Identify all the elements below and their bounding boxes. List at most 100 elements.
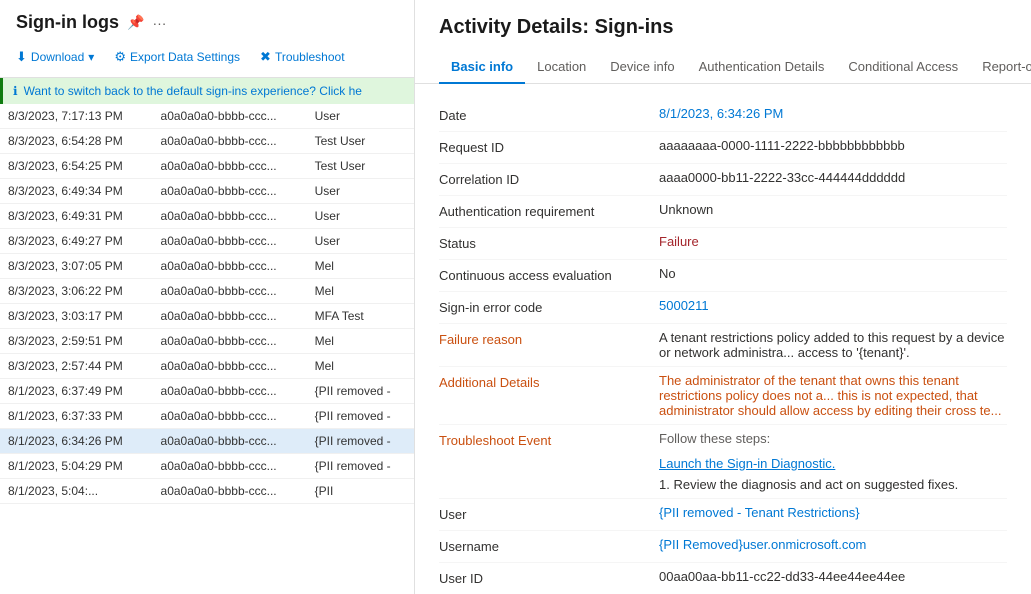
tab-device-info[interactable]: Device info	[598, 51, 686, 84]
row-date: 8/3/2023, 6:49:34 PM	[0, 179, 153, 204]
correlation-id-value: aaaa0000-bb11-2222-33cc-444444dddddd	[659, 170, 1007, 185]
troubleshoot-icon: ✖	[260, 49, 271, 65]
request-id-label: Request ID	[439, 138, 659, 155]
date-label: Date	[439, 106, 659, 123]
pin-icon[interactable]: 📌	[127, 14, 144, 31]
row-date: 8/3/2023, 3:03:17 PM	[0, 304, 153, 329]
left-panel: Sign-in logs 📌 ··· ⬇ Download ▾ ⚙ Export…	[0, 0, 415, 594]
panel-header: Sign-in logs 📌 ···	[0, 0, 414, 41]
row-date: 8/1/2023, 6:34:26 PM	[0, 429, 153, 454]
row-date: 8/3/2023, 3:07:05 PM	[0, 254, 153, 279]
date-value: 8/1/2023, 6:34:26 PM	[659, 106, 1007, 121]
table-row[interactable]: 8/3/2023, 3:07:05 PM a0a0a0a0-bbbb-ccc..…	[0, 254, 414, 279]
export-button[interactable]: ⚙ Export Data Settings	[106, 45, 248, 69]
table-row[interactable]: 8/3/2023, 6:49:27 PM a0a0a0a0-bbbb-ccc..…	[0, 229, 414, 254]
field-date: Date 8/1/2023, 6:34:26 PM	[439, 100, 1007, 132]
table-row[interactable]: 8/1/2023, 5:04:... a0a0a0a0-bbbb-ccc... …	[0, 479, 414, 504]
failure-reason-value: A tenant restrictions policy added to th…	[659, 330, 1007, 360]
row-id: a0a0a0a0-bbbb-ccc...	[153, 454, 307, 479]
field-auth-requirement: Authentication requirement Unknown	[439, 196, 1007, 228]
row-id: a0a0a0a0-bbbb-ccc...	[153, 379, 307, 404]
row-user: {PII removed -	[307, 429, 414, 454]
field-status: Status Failure	[439, 228, 1007, 260]
toolbar: ⬇ Download ▾ ⚙ Export Data Settings ✖ Tr…	[0, 41, 414, 78]
field-user: User {PII removed - Tenant Restrictions}	[439, 499, 1007, 531]
table-row[interactable]: 8/3/2023, 2:59:51 PM a0a0a0a0-bbbb-ccc..…	[0, 329, 414, 354]
failure-reason-label: Failure reason	[439, 330, 659, 347]
log-list[interactable]: 8/3/2023, 7:17:13 PM a0a0a0a0-bbbb-ccc..…	[0, 104, 414, 594]
row-user: {PII removed -	[307, 454, 414, 479]
table-row[interactable]: 8/3/2023, 6:54:25 PM a0a0a0a0-bbbb-ccc..…	[0, 154, 414, 179]
row-id: a0a0a0a0-bbbb-ccc...	[153, 204, 307, 229]
row-id: a0a0a0a0-bbbb-ccc...	[153, 154, 307, 179]
field-additional-details: Additional Details The administrator of …	[439, 367, 1007, 425]
row-id: a0a0a0a0-bbbb-ccc...	[153, 104, 307, 129]
row-user: User	[307, 104, 414, 129]
table-row[interactable]: 8/3/2023, 6:54:28 PM a0a0a0a0-bbbb-ccc..…	[0, 129, 414, 154]
row-id: a0a0a0a0-bbbb-ccc...	[153, 254, 307, 279]
row-date: 8/3/2023, 6:54:28 PM	[0, 129, 153, 154]
additional-details-value: The administrator of the tenant that own…	[659, 373, 1007, 418]
error-code-value: 5000211	[659, 298, 1007, 313]
tab-report-only[interactable]: Report-only	[970, 51, 1031, 84]
field-failure-reason: Failure reason A tenant restrictions pol…	[439, 324, 1007, 367]
tab-conditional-access[interactable]: Conditional Access	[836, 51, 970, 84]
additional-details-label: Additional Details	[439, 373, 659, 390]
table-row[interactable]: 8/3/2023, 2:57:44 PM a0a0a0a0-bbbb-ccc..…	[0, 354, 414, 379]
auth-req-value: Unknown	[659, 202, 1007, 217]
download-button[interactable]: ⬇ Download ▾	[8, 45, 102, 69]
log-table: 8/3/2023, 7:17:13 PM a0a0a0a0-bbbb-ccc..…	[0, 104, 414, 504]
detail-content: Date 8/1/2023, 6:34:26 PM Request ID aaa…	[415, 84, 1031, 594]
row-user: User	[307, 204, 414, 229]
table-row[interactable]: 8/1/2023, 6:37:33 PM a0a0a0a0-bbbb-ccc..…	[0, 404, 414, 429]
table-row[interactable]: 8/3/2023, 6:49:31 PM a0a0a0a0-bbbb-ccc..…	[0, 204, 414, 229]
row-id: a0a0a0a0-bbbb-ccc...	[153, 229, 307, 254]
status-value: Failure	[659, 234, 1007, 249]
table-row[interactable]: 8/3/2023, 3:03:17 PM a0a0a0a0-bbbb-ccc..…	[0, 304, 414, 329]
troubleshoot-label: Troubleshoot Event	[439, 431, 659, 448]
table-row[interactable]: 8/1/2023, 5:04:29 PM a0a0a0a0-bbbb-ccc..…	[0, 454, 414, 479]
row-id: a0a0a0a0-bbbb-ccc...	[153, 129, 307, 154]
table-row[interactable]: 8/1/2023, 6:37:49 PM a0a0a0a0-bbbb-ccc..…	[0, 379, 414, 404]
row-user: Mel	[307, 329, 414, 354]
info-banner[interactable]: ℹ Want to switch back to the default sig…	[0, 78, 414, 104]
username-label: Username	[439, 537, 659, 554]
row-date: 8/1/2023, 5:04:29 PM	[0, 454, 153, 479]
row-id: a0a0a0a0-bbbb-ccc...	[153, 479, 307, 504]
follow-steps-text: Follow these steps:	[659, 431, 1007, 446]
table-row[interactable]: 8/3/2023, 6:49:34 PM a0a0a0a0-bbbb-ccc..…	[0, 179, 414, 204]
table-row[interactable]: 8/3/2023, 3:06:22 PM a0a0a0a0-bbbb-ccc..…	[0, 279, 414, 304]
more-icon[interactable]: ···	[152, 15, 166, 31]
field-correlation-id: Correlation ID aaaa0000-bb11-2222-33cc-4…	[439, 164, 1007, 196]
launch-diagnostic-link[interactable]: Launch the Sign-in Diagnostic.	[659, 456, 1007, 471]
field-cae: Continuous access evaluation No	[439, 260, 1007, 292]
table-row[interactable]: 8/3/2023, 7:17:13 PM a0a0a0a0-bbbb-ccc..…	[0, 104, 414, 129]
username-value: {PII Removed}user.onmicrosoft.com	[659, 537, 1007, 552]
detail-title: Activity Details: Sign-ins	[415, 0, 1031, 51]
right-panel: Activity Details: Sign-ins Basic info Lo…	[415, 0, 1031, 594]
row-user: Test User	[307, 154, 414, 179]
troubleshoot-button[interactable]: ✖ Troubleshoot	[252, 45, 353, 69]
page-title: Sign-in logs	[16, 12, 119, 33]
review-step-text: 1. Review the diagnosis and act on sugge…	[659, 477, 1007, 492]
tab-basic-info[interactable]: Basic info	[439, 51, 525, 84]
field-request-id: Request ID aaaaaaaa-0000-1111-2222-bbbbb…	[439, 132, 1007, 164]
troubleshoot-value: Follow these steps: Launch the Sign-in D…	[659, 431, 1007, 492]
correlation-id-label: Correlation ID	[439, 170, 659, 187]
row-user: {PII removed -	[307, 379, 414, 404]
cae-value: No	[659, 266, 1007, 281]
tab-location[interactable]: Location	[525, 51, 598, 84]
row-user: {PII removed -	[307, 404, 414, 429]
table-row[interactable]: 8/1/2023, 6:34:26 PM a0a0a0a0-bbbb-ccc..…	[0, 429, 414, 454]
user-value: {PII removed - Tenant Restrictions}	[659, 505, 1007, 520]
row-date: 8/3/2023, 6:49:27 PM	[0, 229, 153, 254]
field-troubleshoot: Troubleshoot Event Follow these steps: L…	[439, 425, 1007, 499]
request-id-value: aaaaaaaa-0000-1111-2222-bbbbbbbbbbbb	[659, 138, 1007, 153]
download-chevron-icon: ▾	[88, 50, 94, 64]
row-date: 8/3/2023, 3:06:22 PM	[0, 279, 153, 304]
tab-auth-details[interactable]: Authentication Details	[687, 51, 837, 84]
download-icon: ⬇	[16, 49, 27, 65]
row-date: 8/3/2023, 2:59:51 PM	[0, 329, 153, 354]
row-user: User	[307, 179, 414, 204]
cae-label: Continuous access evaluation	[439, 266, 659, 283]
